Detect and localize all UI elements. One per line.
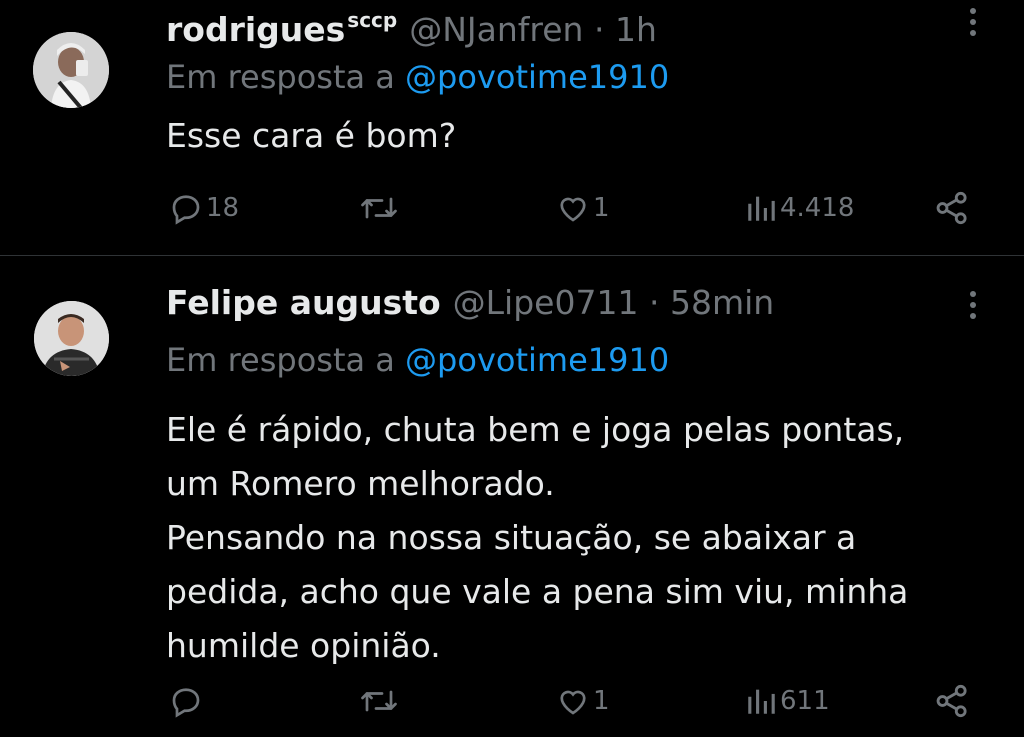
reply-context: Em resposta a @povotime1910 bbox=[166, 57, 669, 97]
handle[interactable]: @NJanfren bbox=[409, 10, 583, 49]
tweet-text-line: pedida, acho que vale a pena sim viu, mi… bbox=[166, 572, 909, 611]
display-name[interactable]: rodrigues sccp bbox=[166, 8, 398, 49]
heart-icon bbox=[560, 197, 586, 222]
separator: · bbox=[593, 10, 605, 49]
tweet-text-line: Esse cara é bom? bbox=[166, 116, 457, 155]
tweet-header: rodrigues sccp @NJanfren · 1h bbox=[166, 0, 657, 50]
share-icon bbox=[936, 191, 967, 225]
reply-button[interactable]: 18 bbox=[168, 188, 239, 228]
share-icon bbox=[936, 684, 967, 718]
like-count: 1 bbox=[593, 193, 610, 223]
like-button[interactable]: 1 bbox=[555, 681, 610, 721]
separator: · bbox=[648, 283, 660, 322]
tweet[interactable]: Felipe augusto @Lipe0711 · 58min Em respo… bbox=[0, 256, 1024, 737]
reply-prefix: Em resposta a bbox=[166, 341, 395, 379]
timestamp[interactable]: 58min bbox=[670, 283, 774, 322]
reply-mention-link[interactable]: @povotime1910 bbox=[405, 58, 669, 96]
share-button[interactable] bbox=[933, 681, 971, 721]
display-name[interactable]: Felipe augusto bbox=[166, 283, 441, 322]
views-icon bbox=[748, 689, 775, 714]
tweet-header: Felipe augusto @Lipe0711 · 58min bbox=[166, 283, 774, 323]
reply-context: Em resposta a @povotime1910 bbox=[166, 340, 669, 380]
view-count: 611 bbox=[780, 686, 830, 716]
name-badge: sccp bbox=[347, 8, 398, 32]
handle[interactable]: @Lipe0711 bbox=[453, 283, 639, 322]
tweet-text-line: um Romero melhorado. bbox=[166, 464, 555, 503]
share-button[interactable] bbox=[933, 188, 971, 228]
heart-icon bbox=[560, 690, 586, 715]
reply-icon bbox=[172, 688, 200, 718]
reply-prefix: Em resposta a bbox=[166, 58, 395, 96]
more-options-icon[interactable] bbox=[968, 8, 978, 41]
views-button[interactable]: 611 bbox=[744, 681, 830, 721]
tweet-text-line: Ele é rápido, chuta bem e joga pelas pon… bbox=[166, 410, 905, 449]
tweet-text-line: humilde opinião. bbox=[166, 626, 441, 665]
avatar[interactable] bbox=[33, 32, 109, 108]
tweet-text: Esse cara é bom? bbox=[166, 116, 456, 156]
retweet-icon bbox=[361, 197, 397, 219]
retweet-icon bbox=[361, 690, 397, 712]
action-bar: 1 611 bbox=[0, 681, 1024, 721]
tweet[interactable]: rodrigues sccp @NJanfren · 1h Em resposta … bbox=[0, 0, 1024, 256]
retweet-button[interactable] bbox=[358, 188, 400, 228]
avatar[interactable] bbox=[34, 301, 109, 376]
reply-count: 18 bbox=[206, 193, 240, 223]
tweet-text: Ele é rápido, chuta bem e joga pelas pon… bbox=[166, 403, 908, 673]
view-count: 4.418 bbox=[780, 193, 855, 223]
retweet-button[interactable] bbox=[358, 681, 400, 721]
more-options-icon[interactable] bbox=[968, 291, 978, 324]
reply-mention-link[interactable]: @povotime1910 bbox=[405, 341, 669, 379]
like-count: 1 bbox=[593, 686, 610, 716]
reply-button[interactable] bbox=[168, 681, 206, 721]
action-bar: 18 1 4.418 bbox=[0, 188, 1024, 228]
views-button[interactable]: 4.418 bbox=[744, 188, 854, 228]
like-button[interactable]: 1 bbox=[555, 188, 610, 228]
timestamp[interactable]: 1h bbox=[615, 10, 657, 49]
tweet-text-line: Pensando na nossa situação, se abaixar a bbox=[166, 518, 857, 557]
views-icon bbox=[748, 196, 775, 221]
reply-icon bbox=[172, 195, 200, 225]
